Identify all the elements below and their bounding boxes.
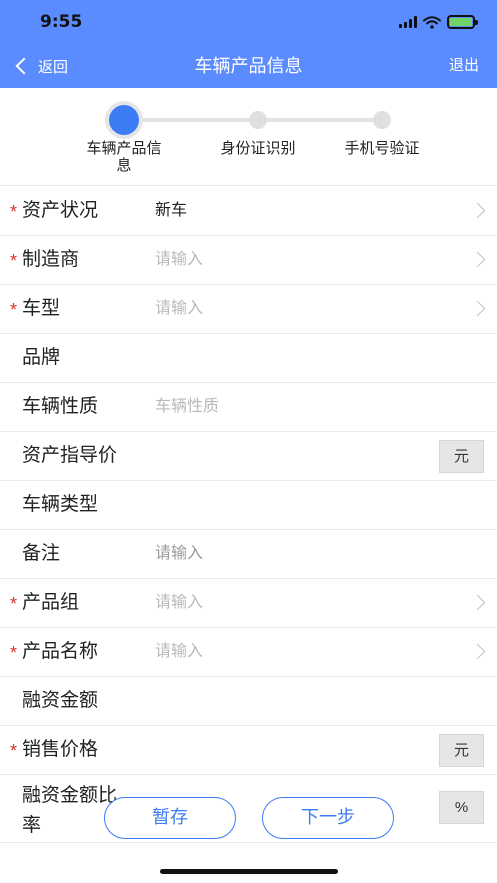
chevron-right-icon bbox=[469, 643, 486, 660]
required-mark: * bbox=[10, 251, 18, 271]
required-mark: * bbox=[10, 594, 18, 614]
battery-charging-icon bbox=[447, 15, 478, 29]
step-connector bbox=[124, 118, 258, 122]
guide-price-label: 资产指导价 bbox=[22, 445, 118, 466]
remarks-input[interactable]: 请输入 bbox=[155, 530, 203, 578]
financing-ratio-row[interactable]: 融资金额比 率 % bbox=[0, 775, 497, 843]
nav-bar: 返回 车辆产品信息 退出 bbox=[0, 44, 497, 88]
status-time: 9:55 bbox=[40, 12, 83, 32]
manufacturer-row[interactable]: * 制造商 请输入 bbox=[0, 236, 497, 285]
status-icons bbox=[399, 15, 478, 29]
remarks-row[interactable]: 备注 请输入 bbox=[0, 530, 497, 579]
manufacturer-label: 制造商 bbox=[22, 249, 80, 270]
chevron-right-icon bbox=[469, 251, 486, 268]
step-dot-phone-verify bbox=[373, 111, 391, 129]
page-title: 车辆产品信息 bbox=[194, 56, 303, 76]
step-dot-id-recognition bbox=[249, 111, 267, 129]
guide-price-unit: 元 bbox=[439, 440, 484, 473]
product-group-input[interactable]: 请输入 bbox=[155, 579, 203, 627]
vehicle-type-label: 车辆类型 bbox=[22, 494, 99, 515]
product-group-row[interactable]: * 产品组 请输入 bbox=[0, 579, 497, 628]
home-indicator bbox=[160, 869, 338, 874]
vehicle-model-row[interactable]: * 车型 请输入 bbox=[0, 285, 497, 334]
manufacturer-input[interactable]: 请输入 bbox=[155, 236, 203, 284]
chevron-right-icon bbox=[469, 594, 486, 611]
required-mark: * bbox=[10, 202, 18, 222]
required-mark: * bbox=[10, 741, 18, 761]
step-dot-vehicle-info bbox=[109, 105, 139, 135]
financing-ratio-unit: % bbox=[439, 791, 484, 824]
sale-price-label: 销售价格 bbox=[22, 739, 99, 760]
required-mark: * bbox=[10, 300, 18, 320]
wifi-icon bbox=[423, 15, 441, 29]
guide-price-row[interactable]: 资产指导价 元 bbox=[0, 432, 497, 481]
step-label-id-recognition: 身份证识别 bbox=[220, 140, 296, 157]
sale-price-row[interactable]: * 销售价格 元 bbox=[0, 726, 497, 775]
status-bar: 9:55 bbox=[0, 0, 497, 44]
vehicle-type-row: 车辆类型 bbox=[0, 481, 497, 530]
remarks-label: 备注 bbox=[22, 543, 61, 564]
brand-row: 品牌 bbox=[0, 334, 497, 383]
vehicle-nature-label: 车辆性质 bbox=[22, 396, 99, 417]
vehicle-nature-row[interactable]: 车辆性质 车辆性质 bbox=[0, 383, 497, 432]
product-name-label: 产品名称 bbox=[22, 641, 99, 662]
financing-ratio-label: 融资金额比 率 bbox=[22, 785, 118, 836]
asset-status-value: 新车 bbox=[155, 202, 188, 219]
save-draft-button[interactable]: 暂存 bbox=[104, 797, 236, 839]
asset-status-label: 资产状况 bbox=[22, 200, 99, 221]
product-name-row[interactable]: * 产品名称 请输入 bbox=[0, 628, 497, 677]
product-name-input[interactable]: 请输入 bbox=[155, 628, 203, 676]
step-label-vehicle-info: 车辆产品信 息 bbox=[86, 140, 162, 174]
sale-price-unit: 元 bbox=[439, 734, 484, 767]
exit-button[interactable]: 退出 bbox=[449, 44, 479, 88]
product-group-label: 产品组 bbox=[22, 592, 80, 613]
vehicle-model-input[interactable]: 请输入 bbox=[155, 285, 203, 333]
step-label-phone-verify: 手机号验证 bbox=[344, 140, 420, 157]
brand-label: 品牌 bbox=[22, 347, 61, 368]
step-connector bbox=[258, 118, 382, 122]
cellular-signal-icon bbox=[399, 16, 417, 28]
chevron-right-icon bbox=[469, 300, 486, 317]
asset-status-row[interactable]: * 资产状况 新车 bbox=[0, 187, 497, 236]
financing-amount-label: 融资金额 bbox=[22, 690, 99, 711]
chevron-right-icon bbox=[469, 202, 486, 219]
next-step-button[interactable]: 下一步 bbox=[262, 797, 394, 839]
vehicle-nature-input[interactable]: 车辆性质 bbox=[155, 383, 219, 431]
vehicle-model-label: 车型 bbox=[22, 298, 61, 319]
progress-stepper: 车辆产品信 息 身份证识别 手机号验证 bbox=[0, 88, 497, 186]
required-mark: * bbox=[10, 643, 18, 663]
financing-amount-row: 融资金额 bbox=[0, 677, 497, 726]
